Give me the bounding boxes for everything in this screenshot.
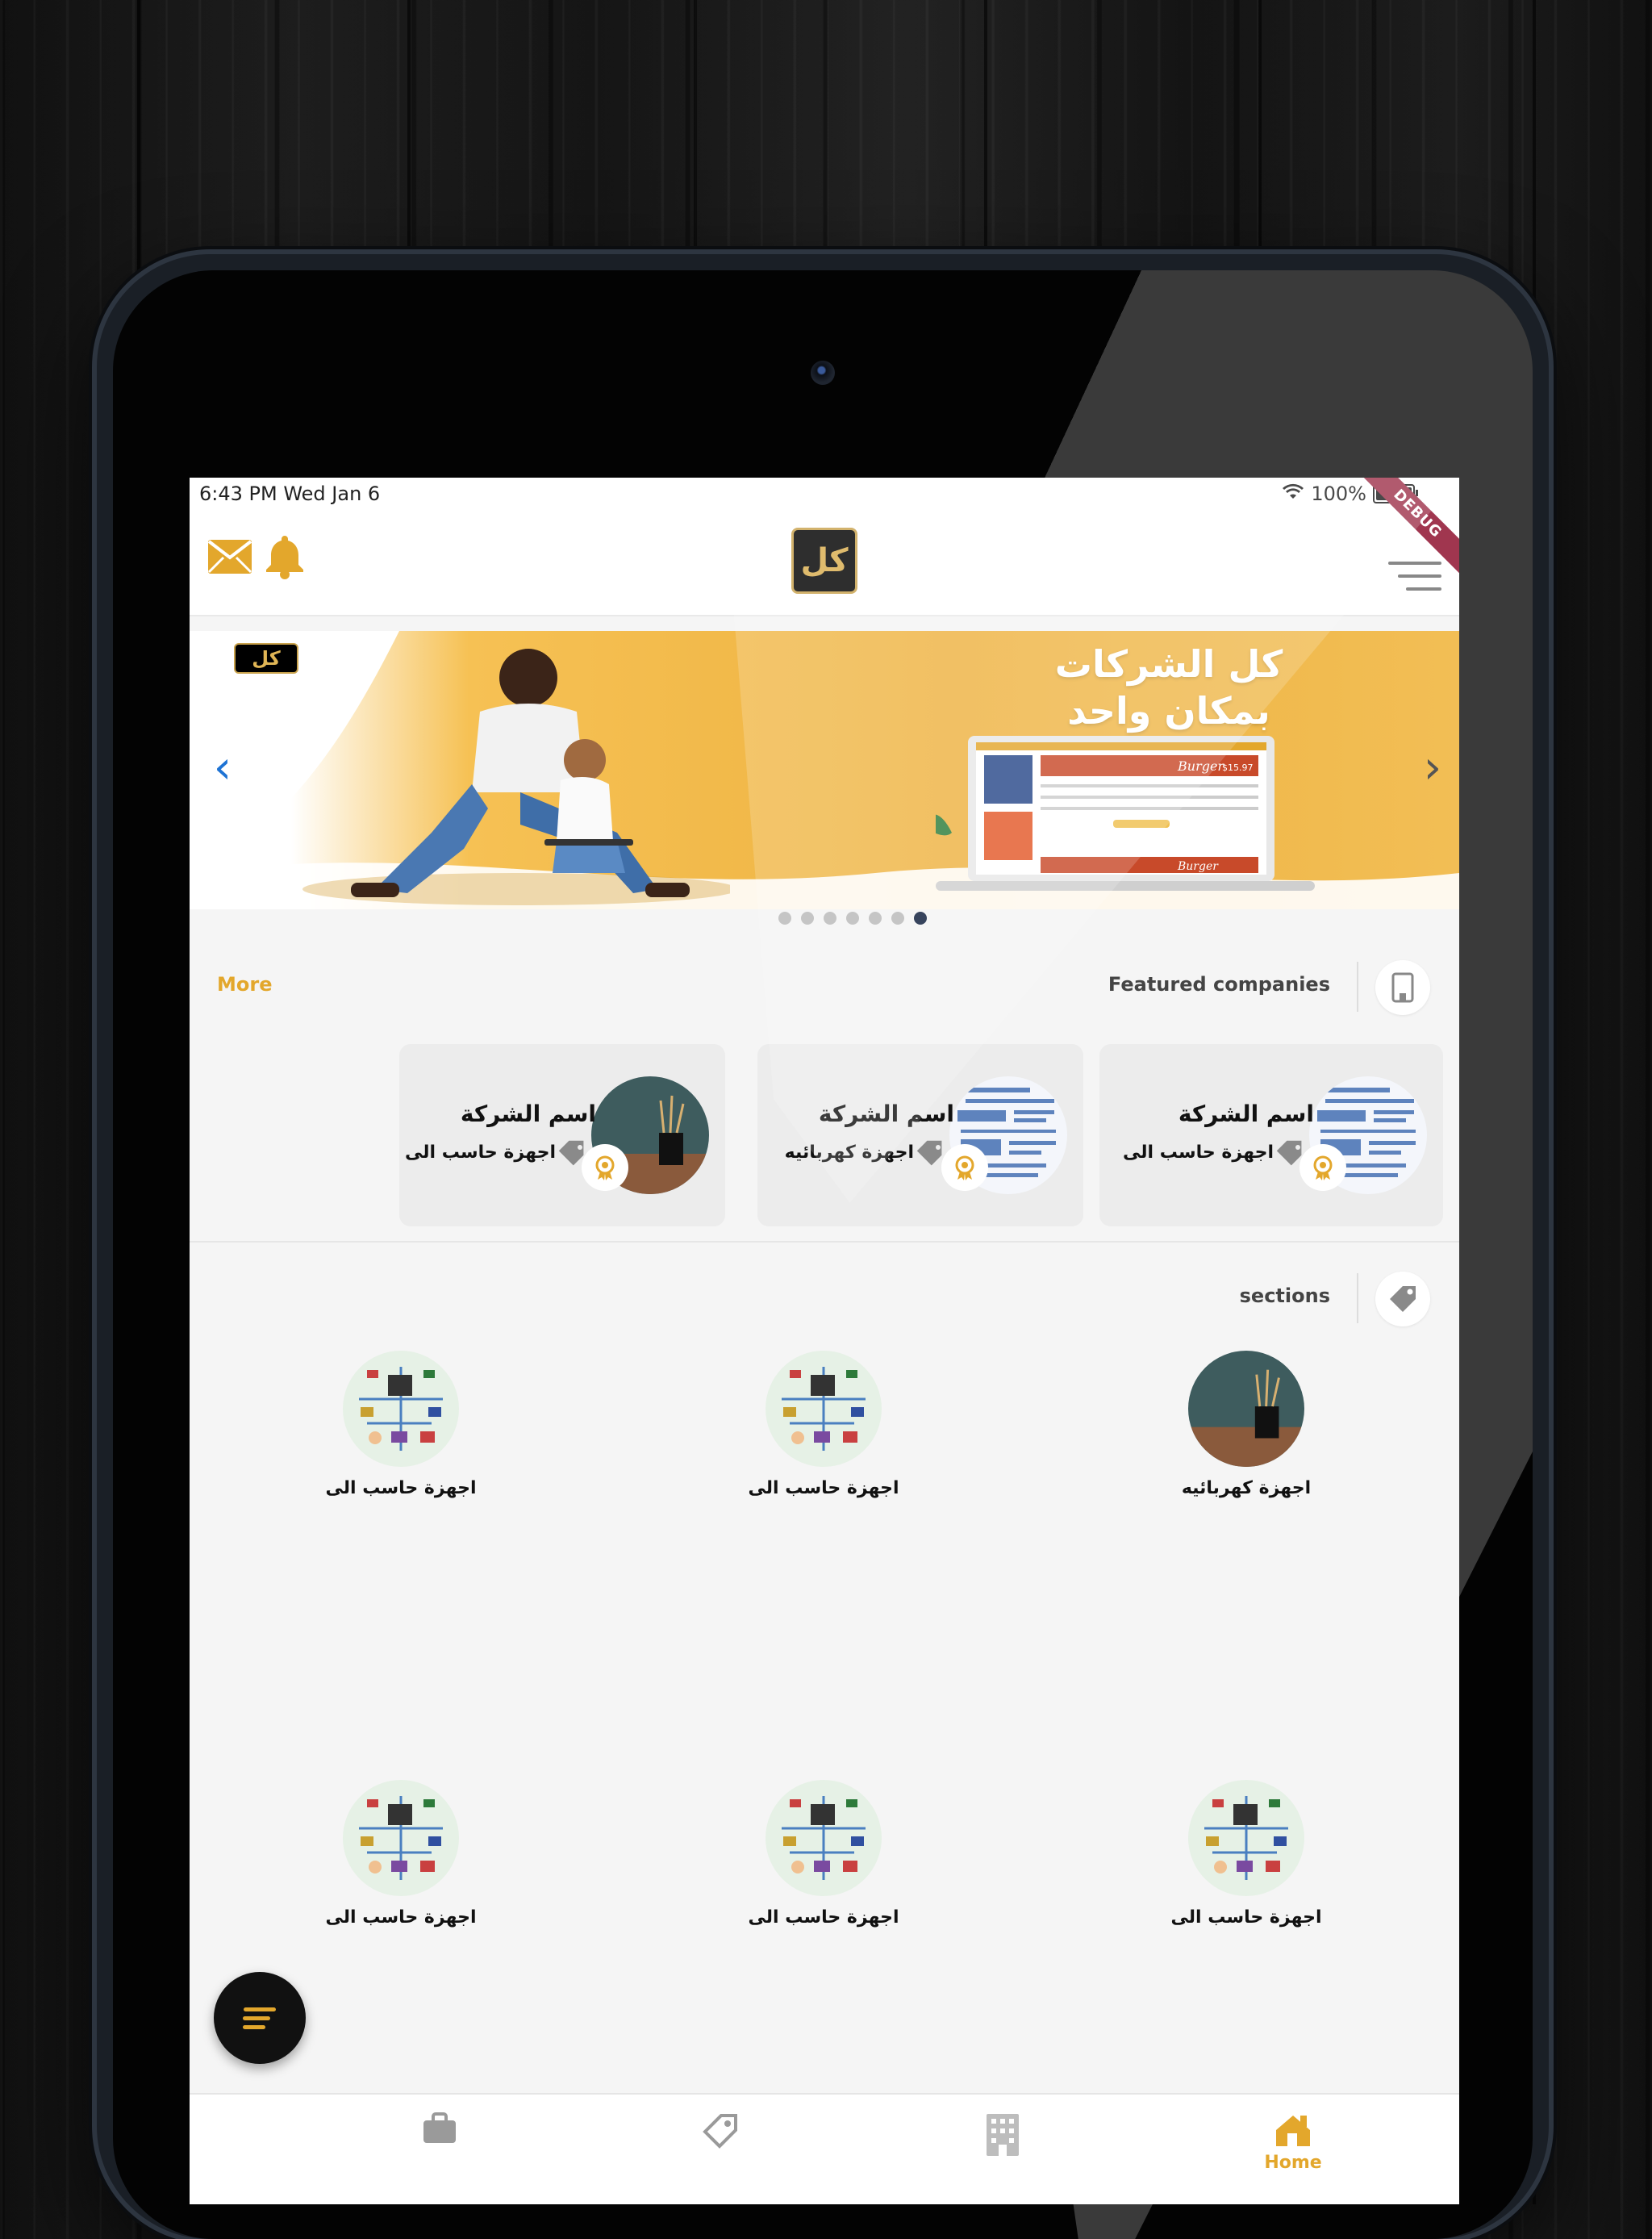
section-icon-badge [1375,960,1430,1015]
section-icon-badge [1375,1272,1430,1326]
laptop-burger-label: Burger [1177,758,1224,774]
section-image [766,1780,882,1896]
section-image [1188,1780,1304,1896]
more-link[interactable]: More [217,973,272,996]
carousel-indicators [190,912,1459,925]
section-item[interactable]: اجهزة حاسب الى [280,1351,522,1512]
section-label: اجهزة حاسب الى [748,1478,899,1498]
section-item[interactable]: اجهزة حاسب الى [1125,1780,1367,1941]
building-icon [1391,972,1414,1003]
mail-icon[interactable] [207,539,252,574]
banner-family-illustration [302,649,730,905]
tag-icon [558,1140,584,1166]
company-name: اسم الشركة [1178,1101,1314,1127]
menu-icon[interactable] [1388,562,1441,597]
tab-jobs[interactable] [391,2112,488,2193]
sections-header: sections [190,1270,1459,1326]
section-item[interactable]: اجهزة حاسب الى [703,1780,945,1941]
wifi-icon [1282,482,1304,505]
section-item[interactable]: اجهزة حاسب الى [703,1351,945,1512]
fab-line [244,2007,276,2011]
tag-icon [1276,1140,1302,1166]
battery-percent: 100% [1311,482,1366,505]
banner-title-line2: بمكان واحد [1067,689,1270,733]
company-card[interactable]: اسم الشركة اجهزة كهربائيه [757,1044,1083,1226]
fab-line [243,2016,270,2020]
tag-icon [1390,1286,1416,1312]
header-divider [1357,1273,1358,1323]
section-item[interactable]: اجهزة حاسب الى [280,1780,522,1941]
carousel-dot[interactable] [778,912,791,925]
laptop-burger-label-2: Burger [1177,860,1219,873]
fab-line [243,2024,265,2029]
floating-menu-button[interactable] [214,1972,306,2064]
carousel-dot[interactable] [891,912,904,925]
app-logo[interactable]: كل [791,528,857,594]
carousel-next-button[interactable]: › [1414,744,1451,792]
carousel-dot[interactable] [869,912,882,925]
status-time: 6:43 PM Wed Jan 6 [199,482,381,505]
app-screen: 6:43 PM Wed Jan 6 100% DEBUG كل كل كل ال… [190,478,1459,2204]
banner-laptop-illustration: Burger $15.97 Burger [936,736,1315,891]
company-category: اجهزة حاسب الى [1122,1142,1274,1163]
tag-icon [703,2114,737,2149]
verified-badge-icon [941,1144,988,1191]
home-icon [1276,2116,1310,2146]
section-label: اجهزة كهربائيه [1181,1478,1312,1498]
company-name: اسم الشركة [818,1101,954,1127]
company-card[interactable]: اسم الشركة اجهزة حاسب الى [399,1044,725,1226]
sections-title: sections [1239,1285,1330,1307]
section-label: اجهزة حاسب الى [325,1907,477,1928]
company-category: اجهزة كهربائيه [784,1142,914,1163]
carousel-dot[interactable] [824,912,836,925]
building-icon [987,2114,1019,2156]
section-image [343,1780,459,1896]
section-image [766,1351,882,1467]
featured-title: Featured companies [1108,973,1330,996]
section-label: اجهزة حاسب الى [325,1478,477,1498]
carousel-dot[interactable] [846,912,859,925]
divider [190,1241,1459,1243]
featured-header: More Featured companies [190,959,1459,1015]
promo-carousel[interactable]: كل كل الشركات بمكان واحد Burger $15.97 B… [190,631,1459,909]
tag-icon [916,1140,942,1166]
bell-icon[interactable] [264,533,306,579]
tab-sections[interactable] [672,2112,769,2193]
bottom-navigation: Home [190,2093,1459,2204]
front-camera [811,361,835,385]
company-card[interactable]: اسم الشركة اجهزة حاسب الى [1099,1044,1443,1226]
briefcase-icon [423,2112,456,2143]
section-label: اجهزة حاسب الى [1170,1907,1322,1928]
banner-title: كل الشركات بمكان واحد [999,641,1338,734]
section-image [343,1351,459,1467]
company-name: اسم الشركة [460,1101,596,1127]
status-bar: 6:43 PM Wed Jan 6 100% [190,478,1459,515]
section-item[interactable]: اجهزة كهربائيه [1125,1351,1367,1512]
carousel-dot-active[interactable] [914,912,927,925]
carousel-dot[interactable] [801,912,814,925]
section-image [1188,1351,1304,1467]
header-divider [1357,962,1358,1012]
carousel-prev-button[interactable]: ‹ [204,744,241,792]
tab-home[interactable]: Home [1245,2112,1341,2193]
laptop-price-label: $15.97 [1222,762,1254,773]
company-category: اجهزة حاسب الى [404,1142,556,1163]
section-label: اجهزة حاسب الى [748,1907,899,1928]
tab-companies[interactable] [954,2112,1051,2193]
banner-title-line1: كل الشركات [1054,642,1283,686]
app-bar: كل [190,515,1459,616]
tab-home-label: Home [1264,2153,1322,2173]
